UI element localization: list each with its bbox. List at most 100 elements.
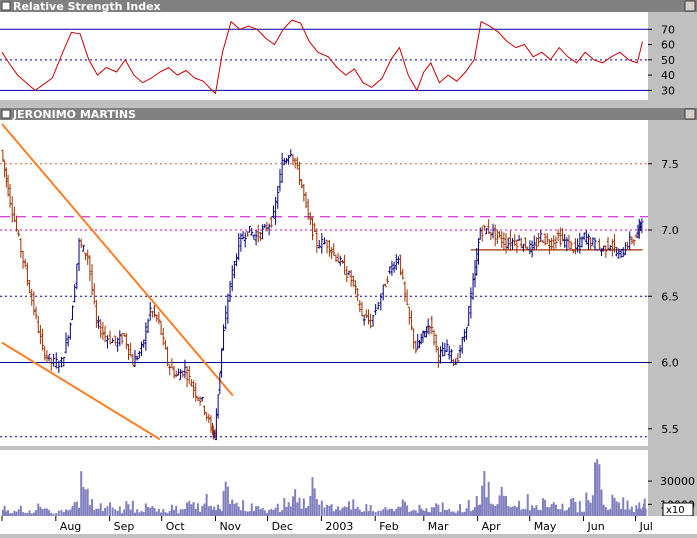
volume-bar xyxy=(118,506,121,516)
volume-bar xyxy=(229,503,232,516)
price-tick-label: 7.5 xyxy=(661,158,679,171)
volume-bar xyxy=(354,508,357,516)
rsi-panel-close-icon[interactable] xyxy=(684,0,696,12)
volume-bar xyxy=(248,511,251,516)
time-tick-label: Sep xyxy=(114,520,135,533)
volume-bar xyxy=(611,494,614,516)
volume-bar xyxy=(164,512,167,516)
volume-bar xyxy=(114,509,117,516)
volume-bar xyxy=(513,505,516,516)
volume-bar xyxy=(162,508,165,516)
volume-bar xyxy=(276,503,279,516)
volume-bar xyxy=(350,509,353,516)
time-tick-label: Feb xyxy=(379,520,398,533)
volume-bar xyxy=(17,509,20,516)
volume-bar xyxy=(45,508,48,516)
volume-bar xyxy=(604,507,607,516)
volume-bar xyxy=(175,505,178,516)
volume-panel: 1000030000 x10 xyxy=(0,450,695,517)
volume-bar xyxy=(203,503,206,516)
volume-bar xyxy=(522,508,525,516)
rsi-panel-menu-icon[interactable] xyxy=(1,1,11,11)
volume-bar xyxy=(294,489,297,516)
time-tick-label: Mar xyxy=(428,520,449,533)
price-panel-menu-icon[interactable] xyxy=(1,109,11,119)
time-tick-label: Jun xyxy=(587,520,605,533)
volume-bar xyxy=(315,499,318,516)
volume-bar xyxy=(173,509,176,516)
volume-bar xyxy=(580,511,583,516)
volume-bar xyxy=(201,505,204,516)
volume-bar xyxy=(318,504,321,516)
volume-bar xyxy=(252,510,255,516)
volume-bar xyxy=(502,495,505,516)
volume-bar xyxy=(65,509,68,516)
volume-bar xyxy=(220,511,223,516)
volume-bar xyxy=(129,509,132,516)
volume-bar xyxy=(71,506,74,516)
volume-bar xyxy=(309,495,312,516)
volume-bar xyxy=(291,496,294,516)
volume-bar xyxy=(546,506,549,516)
volume-bar xyxy=(80,471,83,516)
volume-bar xyxy=(561,503,564,516)
volume-bar xyxy=(421,510,424,516)
volume-bar xyxy=(393,511,396,516)
volume-multiplier-label: x10 xyxy=(666,505,685,516)
volume-bar xyxy=(505,496,508,516)
volume-bar xyxy=(541,498,544,516)
volume-bar xyxy=(246,511,249,516)
volume-bar xyxy=(186,502,189,516)
volume-bar xyxy=(459,504,462,516)
volume-bar xyxy=(630,506,633,516)
volume-bar xyxy=(231,499,234,516)
volume-bar xyxy=(157,509,160,516)
volume-bar xyxy=(302,498,305,516)
volume-bar xyxy=(244,511,247,516)
volume-bar xyxy=(55,513,58,516)
volume-bar xyxy=(377,510,380,516)
volume-bar xyxy=(448,508,451,516)
volume-bar xyxy=(485,497,488,516)
volume-bar xyxy=(437,504,440,516)
volume-bar xyxy=(15,511,18,516)
volume-bar xyxy=(52,513,55,516)
volume-bar xyxy=(300,508,303,516)
volume-bar xyxy=(281,510,284,516)
volume-bar xyxy=(257,506,260,516)
volume-bar xyxy=(30,513,33,516)
volume-bar xyxy=(589,502,592,516)
volume-bar xyxy=(222,490,225,516)
volume-bar xyxy=(435,503,438,516)
volume-bar xyxy=(255,506,258,516)
volume-bar xyxy=(548,507,551,516)
volume-bar xyxy=(341,507,344,516)
volume-bar xyxy=(120,513,123,516)
volume-bar xyxy=(311,477,314,516)
volume-bar xyxy=(477,505,480,516)
rsi-plot-area xyxy=(0,12,648,100)
volume-bar xyxy=(48,510,51,516)
volume-bar xyxy=(498,495,501,516)
volume-bar xyxy=(278,512,281,516)
volume-bar xyxy=(416,512,419,516)
volume-bar xyxy=(263,510,266,516)
volume-bar xyxy=(479,504,482,516)
volume-bar xyxy=(565,510,568,516)
volume-bar xyxy=(283,498,286,516)
rsi-tick-label: 30 xyxy=(661,84,675,97)
volume-bar xyxy=(347,501,350,516)
volume-bar xyxy=(587,500,590,516)
volume-bar xyxy=(32,512,35,516)
price-panel-close-icon[interactable] xyxy=(684,108,696,120)
volume-bar xyxy=(138,512,141,516)
volume-bar xyxy=(374,512,377,516)
volume-bar xyxy=(613,497,616,516)
price-tick-label: 6.5 xyxy=(661,290,679,303)
volume-bar xyxy=(26,512,29,516)
volume-bar xyxy=(583,511,586,516)
volume-bar xyxy=(151,506,154,516)
volume-bar xyxy=(533,507,536,516)
volume-bar xyxy=(337,506,340,516)
volume-bar xyxy=(217,504,220,516)
